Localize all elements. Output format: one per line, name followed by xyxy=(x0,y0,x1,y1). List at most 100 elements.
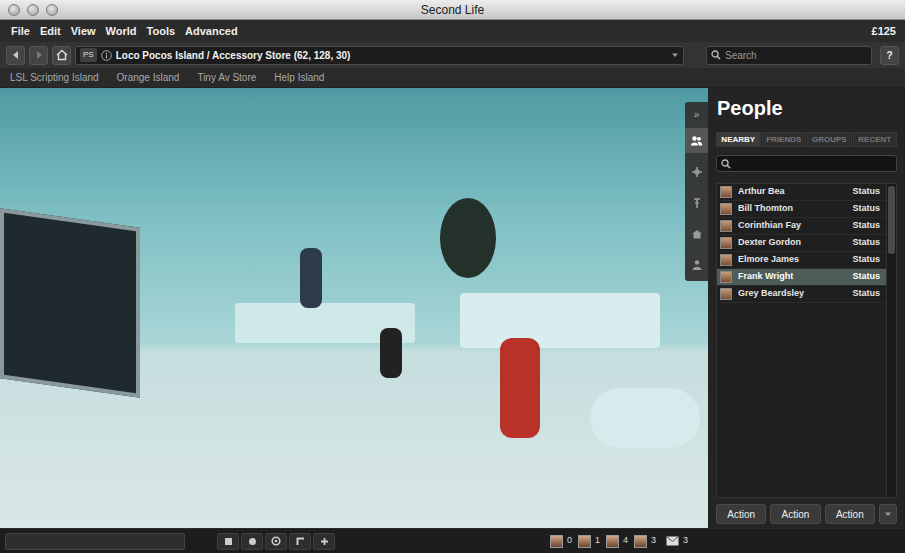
main-area: » People NEARBYFRIENDSGROUPSRECENT Arthur B… xyxy=(0,88,905,528)
favorites-bar: LSL Scripting Island Orange Island Tiny Av… xyxy=(0,68,905,88)
person-row[interactable]: Arthur Bea Status xyxy=(717,184,886,201)
camera-button[interactable] xyxy=(265,533,287,550)
person-row[interactable]: Bill ThomtonStatus xyxy=(717,201,886,218)
menu-item[interactable]: Edit xyxy=(35,23,66,40)
sidebar-tabs: » xyxy=(685,102,708,281)
avatar-thumbnail xyxy=(720,220,732,232)
help-button[interactable]: ? xyxy=(880,46,899,65)
nearby-count[interactable]: 3 xyxy=(634,534,656,548)
nearby-count[interactable]: 1 xyxy=(578,534,600,548)
sidebar-tab[interactable] xyxy=(685,221,708,246)
inventory-icon xyxy=(691,228,703,240)
panel-tab[interactable]: RECENT xyxy=(853,132,898,147)
more-actions-button[interactable] xyxy=(879,504,897,524)
person-status: Status xyxy=(852,270,880,284)
action-button[interactable]: Action xyxy=(770,504,820,524)
scene-view[interactable]: » xyxy=(0,88,708,528)
window-title: Second Life xyxy=(64,1,841,19)
nearby-count[interactable]: 4 xyxy=(606,534,628,548)
panel-tab[interactable]: GROUPS xyxy=(807,132,852,147)
avatar-figure xyxy=(500,338,540,438)
back-arrow-icon xyxy=(11,50,21,60)
avatar-thumbnail xyxy=(634,535,647,548)
messages-count[interactable]: 3 xyxy=(666,534,688,548)
people-list: Arthur Bea Status Bill ThomtonStatusCorint… xyxy=(716,183,897,498)
snapshot-button[interactable] xyxy=(289,533,311,550)
panel-title: People xyxy=(716,94,897,124)
avatar-thumbnail xyxy=(720,237,732,249)
sidebar-tab[interactable] xyxy=(685,128,708,153)
avatar-thumbnail xyxy=(720,288,732,300)
menu-item[interactable]: World xyxy=(101,23,142,40)
back-button[interactable] xyxy=(6,46,25,65)
chair xyxy=(590,388,700,448)
menu-item[interactable]: View xyxy=(66,23,101,40)
dropdown-arrow-icon xyxy=(884,510,892,518)
action-buttons: ActionActionAction xyxy=(716,504,897,524)
record-button[interactable] xyxy=(241,533,263,550)
avatar-thumbnail xyxy=(578,535,591,548)
nearby-count[interactable]: 0 xyxy=(550,534,572,548)
collapse-button[interactable]: » xyxy=(694,106,700,122)
favorite-link[interactable]: Help Island xyxy=(274,70,324,85)
avatar-thumbnail xyxy=(720,271,732,283)
bottom-bar: 0 1 4 33 xyxy=(0,528,905,553)
magnifier-icon xyxy=(721,159,731,169)
balance[interactable]: £125 xyxy=(867,23,901,40)
dropdown-arrow-icon[interactable] xyxy=(671,51,679,59)
person-row[interactable]: Corinthian FayStatus xyxy=(717,218,886,235)
person-row[interactable]: Elmore JamesStatus xyxy=(717,252,886,269)
people-search-input[interactable] xyxy=(735,156,892,171)
chat-input[interactable] xyxy=(5,533,185,550)
panel-tab[interactable]: NEARBY xyxy=(716,132,761,147)
build-button[interactable] xyxy=(313,533,335,550)
avatar-thumbnail xyxy=(720,186,732,198)
person-status: Status xyxy=(852,185,880,199)
forward-button[interactable] xyxy=(29,46,48,65)
info-icon[interactable] xyxy=(101,50,112,61)
count-text: 4 xyxy=(623,534,628,548)
person-row[interactable]: Frank WrightStatus xyxy=(717,269,886,286)
close-button[interactable] xyxy=(8,4,20,16)
dot-icon xyxy=(248,537,257,546)
plus-icon xyxy=(320,537,329,546)
person-name: Elmore James xyxy=(738,253,846,267)
location-field[interactable]: PSLoco Pocos Island / Accessory Store (6… xyxy=(75,46,684,65)
sidebar-tab[interactable] xyxy=(685,190,708,215)
scrollbar[interactable] xyxy=(886,184,896,497)
favorite-link[interactable]: LSL Scripting Island xyxy=(10,70,99,85)
people-search[interactable] xyxy=(716,155,897,172)
panel-tab[interactable]: FRIENDS xyxy=(762,132,807,147)
sidebar-tab[interactable] xyxy=(685,252,708,277)
zoom-button[interactable] xyxy=(46,4,58,16)
person-row[interactable]: Dexter GordonStatus xyxy=(717,235,886,252)
person-name: Arthur Bea xyxy=(738,185,846,199)
favorite-link[interactable]: Orange Island xyxy=(117,70,180,85)
count-text: 3 xyxy=(651,534,656,548)
home-button[interactable] xyxy=(52,46,71,65)
stop-icon xyxy=(224,537,233,546)
navigation-bar: PSLoco Pocos Island / Accessory Store (6… xyxy=(0,42,905,68)
stop-button[interactable] xyxy=(217,533,239,550)
sidebar-tab[interactable] xyxy=(685,159,708,184)
home-icon xyxy=(56,49,68,61)
sofa xyxy=(460,293,660,348)
search-input[interactable] xyxy=(725,48,867,63)
count-text: 0 xyxy=(567,534,572,548)
menu-bar: FileEditViewWorldToolsAdvanced £125 xyxy=(0,20,905,42)
search-field[interactable] xyxy=(706,46,872,65)
action-button[interactable]: Action xyxy=(825,504,875,524)
menu-item[interactable]: Tools xyxy=(142,23,181,40)
scrollbar-thumb[interactable] xyxy=(888,186,895,254)
avatar-thumbnail xyxy=(606,535,619,548)
location-text: Loco Pocos Island / Accessory Store (62,… xyxy=(116,48,667,63)
minimize-button[interactable] xyxy=(27,4,39,16)
menu-item[interactable]: Advanced xyxy=(180,23,243,40)
window-controls xyxy=(0,4,64,16)
action-button[interactable]: Action xyxy=(716,504,766,524)
menu-item[interactable]: File xyxy=(6,23,35,40)
avatar-thumbnail xyxy=(720,203,732,215)
count-text: 1 xyxy=(595,534,600,548)
person-row[interactable]: Grey BeardsleyStatus xyxy=(717,286,886,303)
favorite-link[interactable]: Tiny Av Store xyxy=(197,70,256,85)
